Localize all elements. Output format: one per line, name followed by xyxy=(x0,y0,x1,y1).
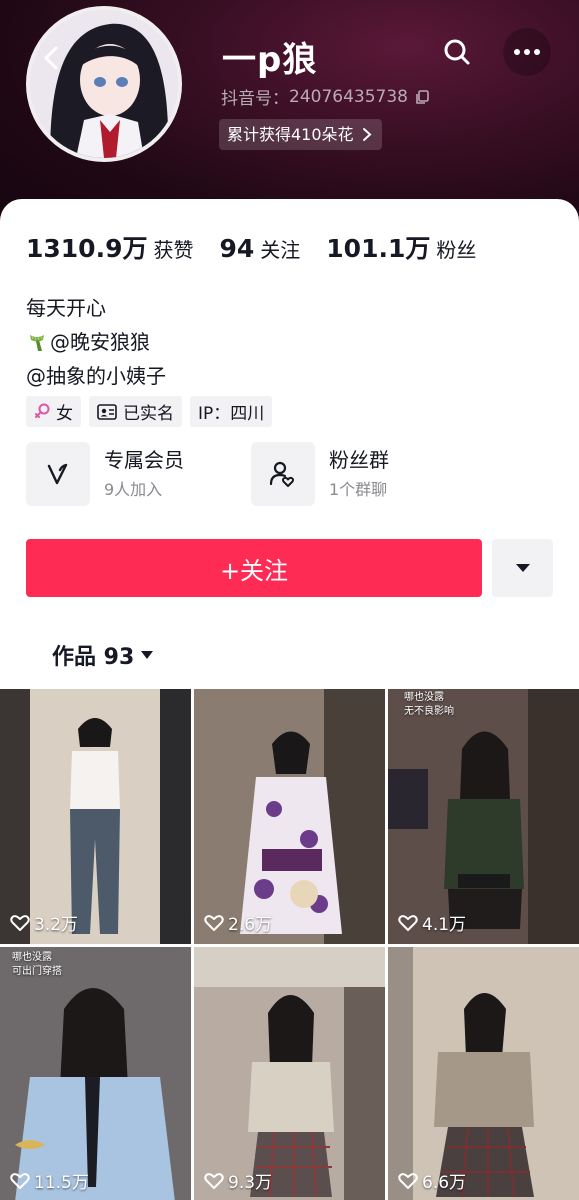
ip-tag: IP：四川 xyxy=(190,396,273,427)
heart-icon xyxy=(10,1172,30,1189)
bio-mention-1[interactable]: @晚安狼狼 xyxy=(50,325,150,359)
thumbnail-image xyxy=(0,947,191,1200)
video-likes: 3.2万 xyxy=(10,910,78,935)
search-icon[interactable] xyxy=(433,28,481,76)
overlay-line-1: 哪也没露 xyxy=(404,692,444,703)
video-likes-count: 11.5万 xyxy=(34,1173,89,1193)
video-likes: 4.1万 xyxy=(398,910,466,935)
douyin-id-label: 抖音号： xyxy=(221,89,289,109)
member-icon-box xyxy=(26,442,90,506)
video-likes-count: 2.6万 xyxy=(228,915,273,935)
video-likes-count: 6.6万 xyxy=(422,1173,467,1193)
overlay-line-1: 哪也没露 xyxy=(12,952,52,963)
chevron-right-icon xyxy=(362,128,372,141)
heart-icon xyxy=(10,914,30,931)
fans-group-sub: 1个群聊 xyxy=(329,480,388,499)
profile-header: 一p狼 抖音号： 24076435738 累计获得410朵花 xyxy=(0,0,579,230)
verified-text: 已实名 xyxy=(123,404,174,424)
fans-group-icon xyxy=(269,461,295,487)
female-icon xyxy=(35,403,50,418)
id-card-icon xyxy=(97,403,117,420)
video-thumbnail[interactable]: 9.3万 xyxy=(194,947,385,1200)
thumbnail-image xyxy=(194,689,385,944)
member-v-icon xyxy=(47,463,68,485)
stats-row: 1310.9万 获赞 94 关注 101.1万 粉丝 xyxy=(26,229,502,265)
bio-line-1: 每天开心 xyxy=(26,296,106,320)
video-likes: 6.6万 xyxy=(398,1168,466,1193)
back-icon[interactable] xyxy=(32,38,72,78)
heart-icon xyxy=(204,1172,224,1189)
douyin-id-row: 抖音号： 24076435738 xyxy=(221,84,430,109)
bio-mention-2[interactable]: @抽象的小姨子 xyxy=(26,359,166,393)
following-label[interactable]: 关注 xyxy=(260,234,300,263)
video-overlay-text: 哪也没露 无不良影响 xyxy=(404,691,454,719)
avatar[interactable] xyxy=(26,6,182,162)
follow-button[interactable]: +关注 xyxy=(26,539,482,597)
scarf-icon xyxy=(30,335,44,351)
video-overlay-text: 哪也没露 可出门穿搭 xyxy=(12,951,62,979)
heart-icon xyxy=(204,914,224,931)
followers-count[interactable]: 101.1万 xyxy=(326,229,430,265)
thumbnail-image xyxy=(388,947,579,1200)
heart-icon xyxy=(398,1172,418,1189)
followers-label[interactable]: 粉丝 xyxy=(436,234,476,263)
fans-group-icon-box xyxy=(251,442,315,506)
video-grid: 3.2万 2.6万 哪也没露 无不良影响 4.1万 哪也没露 可出门穿搭 11.… xyxy=(0,689,579,1200)
works-tab-label: 作品 93 xyxy=(52,645,135,670)
nickname: 一p狼 xyxy=(222,40,318,80)
more-icon[interactable] xyxy=(503,28,551,76)
thumbnail-image xyxy=(0,689,191,944)
thumbnail-image xyxy=(388,689,579,944)
works-tab[interactable]: 作品 93 xyxy=(52,639,154,671)
video-likes: 11.5万 xyxy=(10,1168,89,1193)
fans-group-title: 粉丝群 xyxy=(329,448,389,472)
video-thumbnail[interactable]: 6.6万 xyxy=(388,947,579,1200)
gender-tag: 女 xyxy=(26,396,81,427)
overlay-line-2: 无不良影响 xyxy=(404,706,454,717)
video-thumbnail[interactable]: 哪也没露 无不良影响 4.1万 xyxy=(388,689,579,944)
fans-group-entry[interactable]: 粉丝群 1个群聊 xyxy=(251,442,389,506)
verified-tag: 已实名 xyxy=(89,396,182,427)
video-likes-count: 9.3万 xyxy=(228,1173,273,1193)
video-likes-count: 4.1万 xyxy=(422,915,467,935)
overlay-line-2: 可出门穿搭 xyxy=(12,966,62,977)
likes-count[interactable]: 1310.9万 xyxy=(26,229,147,265)
member-entry[interactable]: 专属会员 9人加入 xyxy=(26,442,184,506)
video-likes: 2.6万 xyxy=(204,910,272,935)
flowers-text: 累计获得410朵花 xyxy=(227,125,354,144)
chevron-down-icon xyxy=(141,651,154,659)
thumbnail-image xyxy=(194,947,385,1200)
avatar-illustration xyxy=(30,10,178,158)
douyin-id: 24076435738 xyxy=(289,86,408,107)
video-thumbnail[interactable]: 2.6万 xyxy=(194,689,385,944)
bio: 每天开心 @晚安狼狼 @抽象的小姨子 xyxy=(26,291,166,393)
dropdown-caret-icon xyxy=(515,564,530,572)
flowers-badge[interactable]: 累计获得410朵花 xyxy=(219,119,382,150)
likes-label[interactable]: 获赞 xyxy=(153,234,193,263)
video-likes: 9.3万 xyxy=(204,1168,272,1193)
video-thumbnail[interactable]: 3.2万 xyxy=(0,689,191,944)
member-title: 专属会员 xyxy=(104,448,184,472)
video-thumbnail[interactable]: 哪也没露 可出门穿搭 11.5万 xyxy=(0,947,191,1200)
following-count[interactable]: 94 xyxy=(219,234,254,263)
bio-line-2: @晚安狼狼 xyxy=(26,325,166,359)
gender-text: 女 xyxy=(56,404,73,424)
profile-tags: 女 已实名 IP：四川 xyxy=(26,396,273,427)
recommend-dropdown-button[interactable] xyxy=(492,539,553,597)
heart-icon xyxy=(398,914,418,931)
ip-text: IP：四川 xyxy=(198,404,265,424)
video-likes-count: 3.2万 xyxy=(34,915,79,935)
copy-icon[interactable] xyxy=(414,89,430,105)
member-sub: 9人加入 xyxy=(104,480,163,499)
